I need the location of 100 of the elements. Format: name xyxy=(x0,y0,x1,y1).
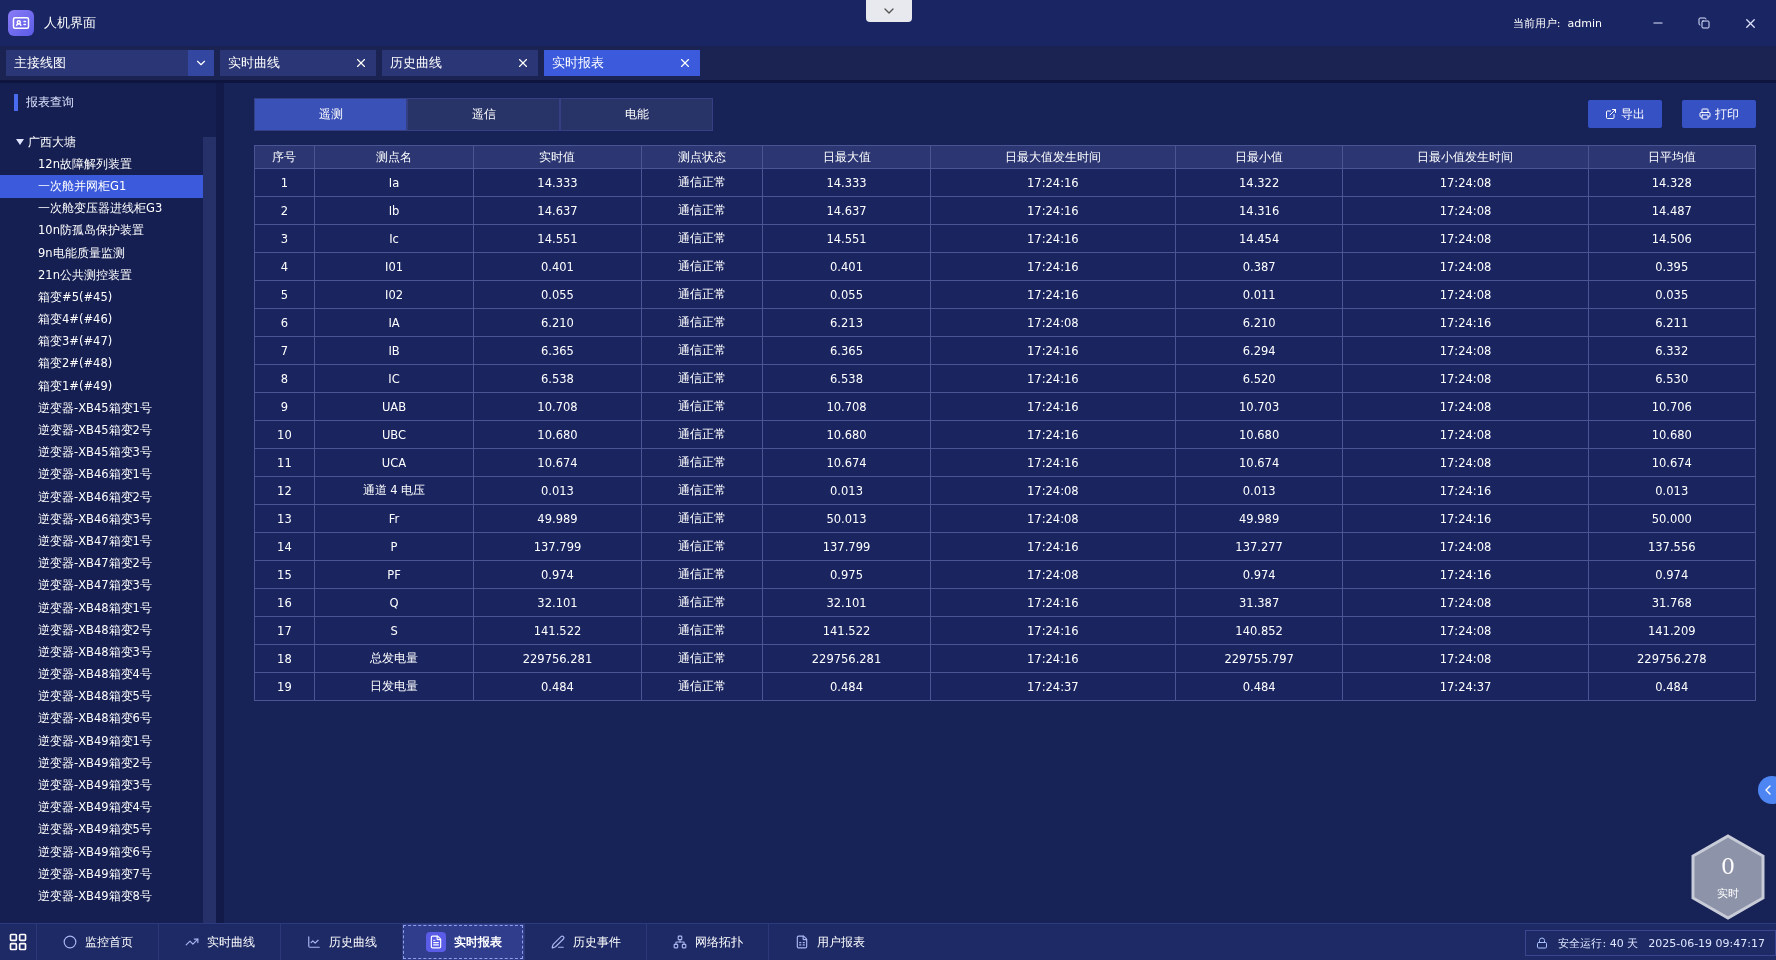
tab[interactable]: 实时报表 xyxy=(544,50,700,76)
close-icon[interactable] xyxy=(678,56,692,70)
table-cell: 17:24:16 xyxy=(930,393,1176,421)
tree-item[interactable]: 逆变器-XB48箱变1号 xyxy=(0,596,203,620)
tree-item[interactable]: 逆变器-XB45箱变2号 xyxy=(0,419,203,442)
tree-item[interactable]: 逆变器-XB45箱变3号 xyxy=(0,441,203,464)
network-icon xyxy=(672,935,687,949)
table-cell: 6.332 xyxy=(1588,337,1756,365)
tree-item[interactable]: 9n电能质量监测 xyxy=(0,241,203,265)
table-cell: 6.365 xyxy=(474,337,642,365)
tab[interactable]: 遥信 xyxy=(407,97,560,131)
tab[interactable]: 实时曲线 xyxy=(220,50,376,76)
table-cell: 229756.281 xyxy=(474,645,642,673)
export-icon xyxy=(1605,108,1617,120)
table-cell: 10.674 xyxy=(474,449,642,477)
tree-item[interactable]: 逆变器-XB46箱变2号 xyxy=(0,486,203,509)
tree-item[interactable]: 逆变器-XB48箱变2号 xyxy=(0,619,203,642)
close-icon[interactable] xyxy=(354,56,368,70)
taskbar-item[interactable]: 监控首页 xyxy=(36,924,158,960)
table-cell: 总发电量 xyxy=(314,645,475,673)
tab[interactable]: 历史曲线 xyxy=(382,50,538,76)
tree-item[interactable]: 箱变4#(#46) xyxy=(0,308,203,331)
table-cell: 通信正常 xyxy=(641,337,764,365)
table-cell: 18 xyxy=(255,645,315,673)
table-cell: 14.637 xyxy=(474,197,642,225)
table-cell: 17:24:08 xyxy=(1343,449,1589,477)
table-cell: 17:24:37 xyxy=(1343,673,1589,701)
table-cell: 0.974 xyxy=(1175,561,1344,589)
table-cell: 通信正常 xyxy=(641,309,764,337)
column-header: 日最大值发生时间 xyxy=(930,146,1176,169)
close-icon[interactable] xyxy=(516,56,530,70)
tree-item[interactable]: 逆变器-XB47箱变3号 xyxy=(0,574,203,597)
tree-item[interactable]: 逆变器-XB48箱变4号 xyxy=(0,663,203,686)
taskbar-item[interactable]: 实时曲线 xyxy=(158,924,280,960)
table-cell: 10.674 xyxy=(1588,449,1756,477)
table-cell: 0.974 xyxy=(474,561,642,589)
table-cell: 14.551 xyxy=(474,225,642,253)
print-button[interactable]: 打印 xyxy=(1682,100,1756,128)
tree-item[interactable]: 逆变器-XB49箱变5号 xyxy=(0,818,203,841)
tree-item[interactable]: 逆变器-XB49箱变6号 xyxy=(0,841,203,864)
table-cell: 0.975 xyxy=(763,561,931,589)
taskbar-item[interactable]: 实时报表 xyxy=(402,924,524,960)
tree-item[interactable]: 逆变器-XB47箱变2号 xyxy=(0,552,203,575)
tree-item[interactable]: 箱变#5(#45) xyxy=(0,286,203,309)
table-cell: 0.401 xyxy=(474,253,642,281)
tree-item[interactable]: 逆变器-XB48箱变6号 xyxy=(0,707,203,731)
caret-icon[interactable] xyxy=(16,139,24,146)
table-cell: UBC xyxy=(314,421,475,449)
tree-item[interactable]: 10n防孤岛保护装置 xyxy=(0,219,203,242)
tree-item[interactable]: 一次舱并网柜G1 xyxy=(0,175,203,198)
taskbar-item[interactable]: 用户报表 xyxy=(768,924,890,960)
tree-item[interactable]: 12n故障解列装置 xyxy=(0,153,203,176)
tree-item[interactable]: 一次舱变压器进线柜G3 xyxy=(0,197,203,220)
tree-item[interactable]: 逆变器-XB49箱变7号 xyxy=(0,863,203,886)
tree-item[interactable]: 箱变2#(#48) xyxy=(0,352,203,376)
tree-item[interactable]: 箱变1#(#49) xyxy=(0,375,203,398)
table-cell: 17:24:08 xyxy=(1343,617,1589,645)
tree-item[interactable]: 逆变器-XB46箱变1号 xyxy=(0,463,203,486)
table-cell: 17:24:08 xyxy=(1343,225,1589,253)
table-cell: 32.101 xyxy=(474,589,642,617)
table-cell: 通信正常 xyxy=(641,673,764,701)
tree-item[interactable]: 广西大塘 xyxy=(0,131,203,154)
tree-item[interactable]: 逆变器-XB49箱变8号 xyxy=(0,885,203,908)
table-cell: 10.680 xyxy=(1175,421,1344,449)
tree-item[interactable]: 逆变器-XB48箱变5号 xyxy=(0,685,203,708)
table-cell: 0.401 xyxy=(763,253,931,281)
userreport-icon xyxy=(794,935,809,949)
column-header: 日平均值 xyxy=(1588,146,1756,169)
column-header: 实时值 xyxy=(474,146,642,169)
tree-item[interactable]: 逆变器-XB46箱变3号 xyxy=(0,508,203,531)
column-header: 日最大值 xyxy=(763,146,931,169)
tab[interactable]: 遥测 xyxy=(254,97,407,131)
tab[interactable]: 电能 xyxy=(560,97,713,131)
table-cell: 49.989 xyxy=(1175,505,1344,533)
table-cell: 31.387 xyxy=(1175,589,1344,617)
table-cell: 6.210 xyxy=(474,309,642,337)
tree-item[interactable]: 逆变器-XB47箱变1号 xyxy=(0,530,203,553)
export-button[interactable]: 导出 xyxy=(1588,100,1662,128)
taskbar-item[interactable]: 网络拓扑 xyxy=(646,924,768,960)
table-cell: 14 xyxy=(255,533,315,561)
table-cell: 0.035 xyxy=(1588,281,1756,309)
tree-item[interactable]: 21n公共测控装置 xyxy=(0,264,203,287)
table-cell: 31.768 xyxy=(1588,589,1756,617)
table-cell: 通信正常 xyxy=(641,225,764,253)
tree-item[interactable]: 逆变器-XB49箱变4号 xyxy=(0,796,203,819)
dropdown-handle[interactable] xyxy=(866,0,912,22)
table-cell: 17:24:08 xyxy=(1343,253,1589,281)
tree-item[interactable]: 箱变3#(#47) xyxy=(0,330,203,353)
tree-item[interactable]: 逆变器-XB45箱变1号 xyxy=(0,397,203,420)
table-cell: 14.333 xyxy=(763,169,931,197)
table-cell: 10.674 xyxy=(763,449,931,477)
taskbar-item[interactable]: 历史事件 xyxy=(524,924,646,960)
tree-item[interactable]: 逆变器-XB49箱变2号 xyxy=(0,752,203,775)
scrollbar[interactable] xyxy=(203,137,216,923)
tree-item[interactable]: 逆变器-XB49箱变3号 xyxy=(0,774,203,797)
tab[interactable]: 主接线图 xyxy=(6,50,214,76)
report-icon xyxy=(425,932,446,952)
tree-item[interactable]: 逆变器-XB49箱变1号 xyxy=(0,730,203,753)
tree-item[interactable]: 逆变器-XB48箱变3号 xyxy=(0,641,203,664)
table-cell: 17:24:08 xyxy=(1343,421,1589,449)
